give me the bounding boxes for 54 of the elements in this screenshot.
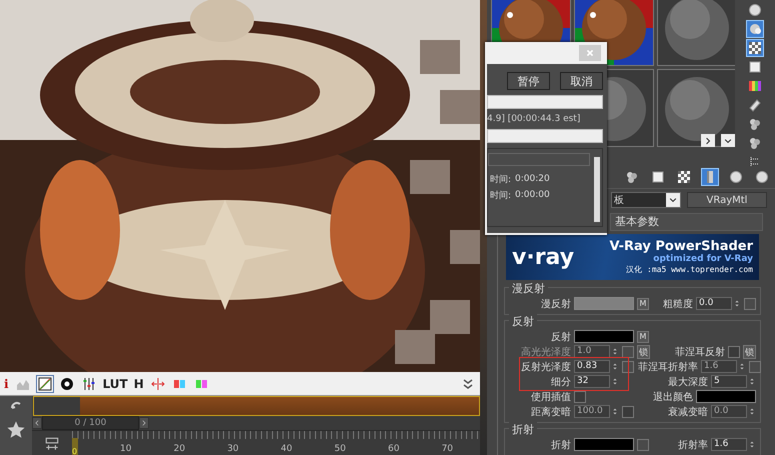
dialog-button[interactable]: 取消: [560, 72, 603, 90]
map-button[interactable]: M: [637, 298, 649, 310]
vray-logo: v·ray: [512, 244, 574, 270]
group-title: 反射: [509, 314, 537, 329]
rollout-header[interactable]: 基本参数: [610, 213, 763, 231]
field-label: 菲涅耳折射率: [638, 360, 698, 374]
field-label: 粗糙度: [663, 298, 693, 310]
time-label: 时间:: [490, 174, 512, 186]
field-label: 菲涅耳反射: [675, 346, 725, 358]
timeline-ruler[interactable]: 0 10 20 30 40 50 60 70: [72, 431, 480, 455]
field-label: 细分: [550, 376, 571, 388]
time-estimate: 4.9] [00:00:44.3 est]: [487, 114, 582, 124]
frame-number: 10: [120, 444, 132, 454]
material-type-button[interactable]: VRayMtl: [687, 192, 767, 208]
number-field[interactable]: 1.6: [711, 438, 747, 451]
number-field[interactable]: 0.83: [574, 360, 610, 373]
field-label: 折射: [550, 438, 571, 452]
banner-title: V-Ray PowerShader: [609, 239, 753, 254]
number-field[interactable]: 0.0: [696, 297, 732, 310]
group-title: 漫反射: [509, 281, 548, 296]
frame-number: 20: [174, 444, 186, 454]
banner-credit: 汉化 :ma5 www.toprender.com: [626, 264, 753, 275]
frame-number: 60: [388, 444, 400, 454]
frame-number: 30: [227, 444, 240, 454]
time-value: 0:00:00: [515, 190, 550, 200]
lock-button[interactable]: 锁: [743, 344, 756, 358]
frame-number: 40: [280, 444, 294, 454]
field-label: 最大深度: [668, 376, 708, 388]
number-field[interactable]: 5: [711, 375, 747, 388]
material-name-field[interactable]: 板: [611, 192, 681, 208]
time-value: 0:00:20: [515, 174, 550, 184]
field-label: 漫反射: [540, 298, 571, 310]
time-slider[interactable]: 0 / 100: [42, 416, 139, 430]
field-label: 反射: [550, 330, 571, 344]
time-label: 时间:: [490, 190, 512, 202]
toolbar-glyph[interactable]: LUT: [102, 376, 128, 390]
field-label: 使用插值: [530, 390, 571, 404]
time-marker[interactable]: 0: [72, 438, 78, 455]
field-label: 折射率: [678, 438, 708, 452]
field-label: 衰减变暗: [668, 406, 708, 418]
toolbar-glyph[interactable]: i: [4, 376, 9, 390]
lock-button[interactable]: 锁: [637, 344, 650, 358]
toolbar-glyph[interactable]: H: [134, 376, 144, 390]
dialog-button[interactable]: 暂停: [507, 72, 550, 90]
number-field[interactable]: 32: [574, 375, 610, 388]
map-button[interactable]: M: [637, 330, 649, 342]
frame-number: 50: [334, 444, 347, 454]
field-label: 距离变暗: [530, 406, 571, 418]
field-label: 退出颜色: [653, 390, 693, 404]
group-title: 折射: [509, 422, 537, 437]
field-label: 高光光泽度: [520, 346, 571, 358]
field-label: 反射光泽度: [520, 360, 571, 374]
banner-subtitle: optimized for V-Ray: [653, 254, 753, 264]
frame-number: 70: [442, 444, 454, 454]
